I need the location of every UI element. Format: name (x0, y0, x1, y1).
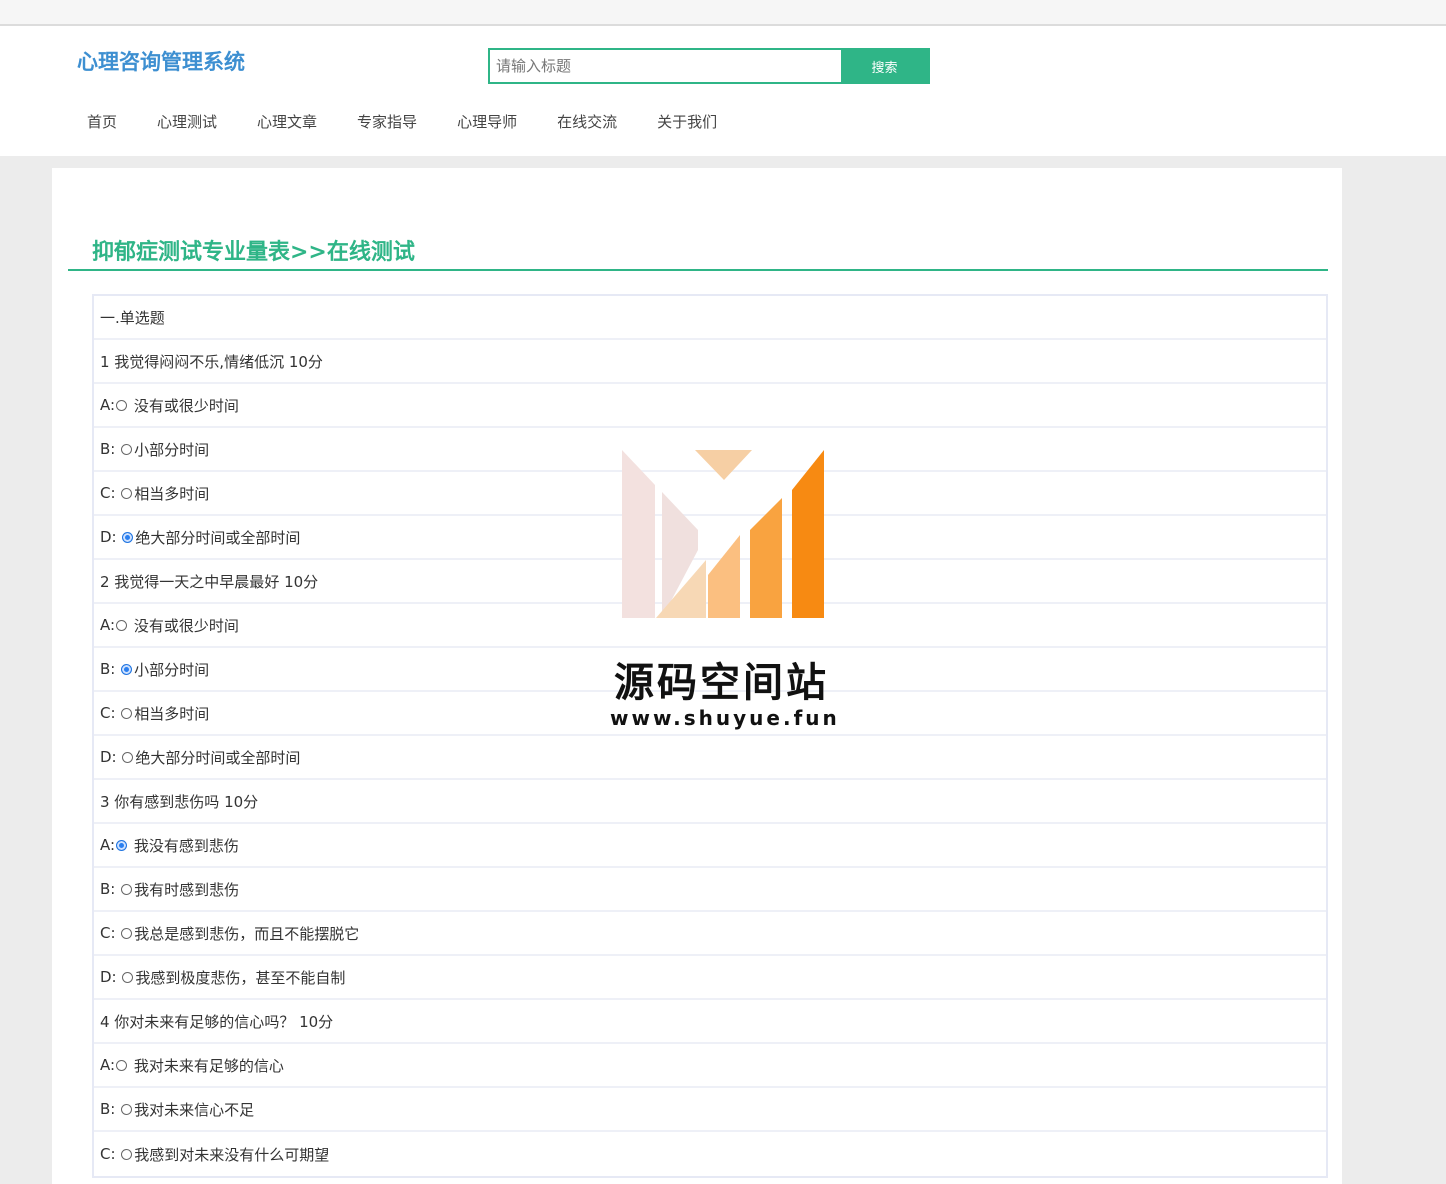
option-row: C: 我感到对未来没有什么可期望 (94, 1132, 1326, 1176)
option-radio[interactable] (116, 399, 128, 411)
nav-item-psych-test[interactable]: 心理测试 (137, 112, 237, 132)
option-radio[interactable] (121, 443, 133, 455)
option-text[interactable]: 小部分时间 (134, 659, 209, 680)
option-row: A: 我对未来有足够的信心 (94, 1044, 1326, 1088)
question-row: 3 你有感到悲伤吗 10分 (94, 780, 1326, 824)
option-radio[interactable] (116, 1059, 128, 1071)
option-prefix: A: (100, 1056, 116, 1074)
option-text[interactable]: 我感到极度悲伤，甚至不能自制 (135, 967, 345, 988)
option-prefix: B: (100, 880, 121, 898)
watermark-mark-bar-4 (708, 535, 740, 618)
option-prefix: D: (100, 748, 122, 766)
question-text: 1 我觉得闷闷不乐,情绪低沉 10分 (100, 352, 323, 371)
watermark-mark-bar-5 (750, 498, 782, 618)
option-radio[interactable] (116, 619, 128, 631)
option-prefix: C: (100, 1145, 121, 1163)
option-prefix: D: (100, 528, 122, 546)
nav-item-expert-guidance[interactable]: 专家指导 (337, 112, 437, 132)
option-prefix: A: (100, 836, 116, 854)
option-radio[interactable] (121, 927, 133, 939)
option-prefix: D: (100, 968, 122, 986)
question-text: 2 我觉得一天之中早晨最好 10分 (100, 572, 319, 591)
option-radio[interactable] (121, 487, 133, 499)
option-radio[interactable] (121, 707, 133, 719)
option-prefix: C: (100, 484, 121, 502)
option-row: A: 我没有感到悲伤 (94, 824, 1326, 868)
search-box: 搜索 (488, 48, 930, 84)
watermark-mark-bar-1 (622, 450, 655, 618)
browser-top-strip (0, 0, 1446, 26)
nav-item-about-us[interactable]: 关于我们 (637, 112, 737, 132)
section-title-row: 一.单选题 (94, 296, 1326, 340)
section-title: 一.单选题 (100, 308, 165, 327)
option-text[interactable]: 我总是感到悲伤，而且不能摆脱它 (134, 923, 359, 944)
option-text[interactable]: 我对未来信心不足 (134, 1099, 254, 1120)
option-row: B: 我有时感到悲伤 (94, 868, 1326, 912)
search-button[interactable]: 搜索 (841, 50, 928, 82)
watermark-mark-bar-6 (792, 450, 824, 618)
option-radio[interactable] (121, 883, 133, 895)
option-prefix: C: (100, 924, 121, 942)
title-divider (68, 269, 1328, 271)
option-prefix: B: (100, 660, 121, 678)
option-text[interactable]: 相当多时间 (134, 483, 209, 504)
watermark-logo (622, 450, 824, 618)
option-text[interactable]: 相当多时间 (134, 703, 209, 724)
option-text[interactable]: 我没有感到悲伤 (129, 835, 239, 856)
option-radio[interactable] (122, 971, 134, 983)
option-text[interactable]: 没有或很少时间 (129, 395, 239, 416)
option-radio[interactable] (121, 663, 133, 675)
main-nav: 首页 心理测试 心理文章 专家指导 心理导师 在线交流 关于我们 (67, 112, 737, 132)
question-row: 1 我觉得闷闷不乐,情绪低沉 10分 (94, 340, 1326, 384)
option-prefix: A: (100, 396, 116, 414)
option-text[interactable]: 绝大部分时间或全部时间 (135, 527, 300, 548)
option-radio[interactable] (116, 839, 128, 851)
option-radio[interactable] (121, 1148, 133, 1160)
nav-item-online-chat[interactable]: 在线交流 (537, 112, 637, 132)
option-row: B: 我对未来信心不足 (94, 1088, 1326, 1132)
option-text[interactable]: 我对未来有足够的信心 (129, 1055, 284, 1076)
option-text[interactable]: 没有或很少时间 (129, 615, 239, 636)
option-row: A: 没有或很少时间 (94, 384, 1326, 428)
question-row: 4 你对未来有足够的信心吗？ 10分 (94, 1000, 1326, 1044)
option-radio[interactable] (122, 751, 134, 763)
option-row: D: 绝大部分时间或全部时间 (94, 736, 1326, 780)
option-text[interactable]: 我感到对未来没有什么可期望 (134, 1144, 329, 1165)
option-text[interactable]: 我有时感到悲伤 (134, 879, 239, 900)
option-prefix: C: (100, 704, 121, 722)
page-title: 抑郁症测试专业量表>>在线测试 (92, 240, 415, 265)
nav-item-home[interactable]: 首页 (67, 112, 137, 132)
question-text: 3 你有感到悲伤吗 10分 (100, 792, 259, 811)
option-radio[interactable] (122, 531, 134, 543)
nav-item-mentors[interactable]: 心理导师 (437, 112, 537, 132)
option-text[interactable]: 小部分时间 (134, 439, 209, 460)
option-radio[interactable] (121, 1103, 133, 1115)
search-input[interactable] (490, 50, 841, 82)
option-row: C: 我总是感到悲伤，而且不能摆脱它 (94, 912, 1326, 956)
question-text: 4 你对未来有足够的信心吗？ 10分 (100, 1012, 334, 1031)
option-row: D: 我感到极度悲伤，甚至不能自制 (94, 956, 1326, 1000)
watermark-mark-chevron (695, 450, 752, 480)
nav-item-articles[interactable]: 心理文章 (237, 112, 337, 132)
option-text[interactable]: 绝大部分时间或全部时间 (135, 747, 300, 768)
option-prefix: A: (100, 616, 116, 634)
site-header: 心理咨询管理系统 搜索 首页 心理测试 心理文章 专家指导 心理导师 在线交流 … (0, 26, 1446, 156)
option-prefix: B: (100, 1100, 121, 1118)
site-logo[interactable]: 心理咨询管理系统 (77, 46, 245, 76)
option-prefix: B: (100, 440, 121, 458)
